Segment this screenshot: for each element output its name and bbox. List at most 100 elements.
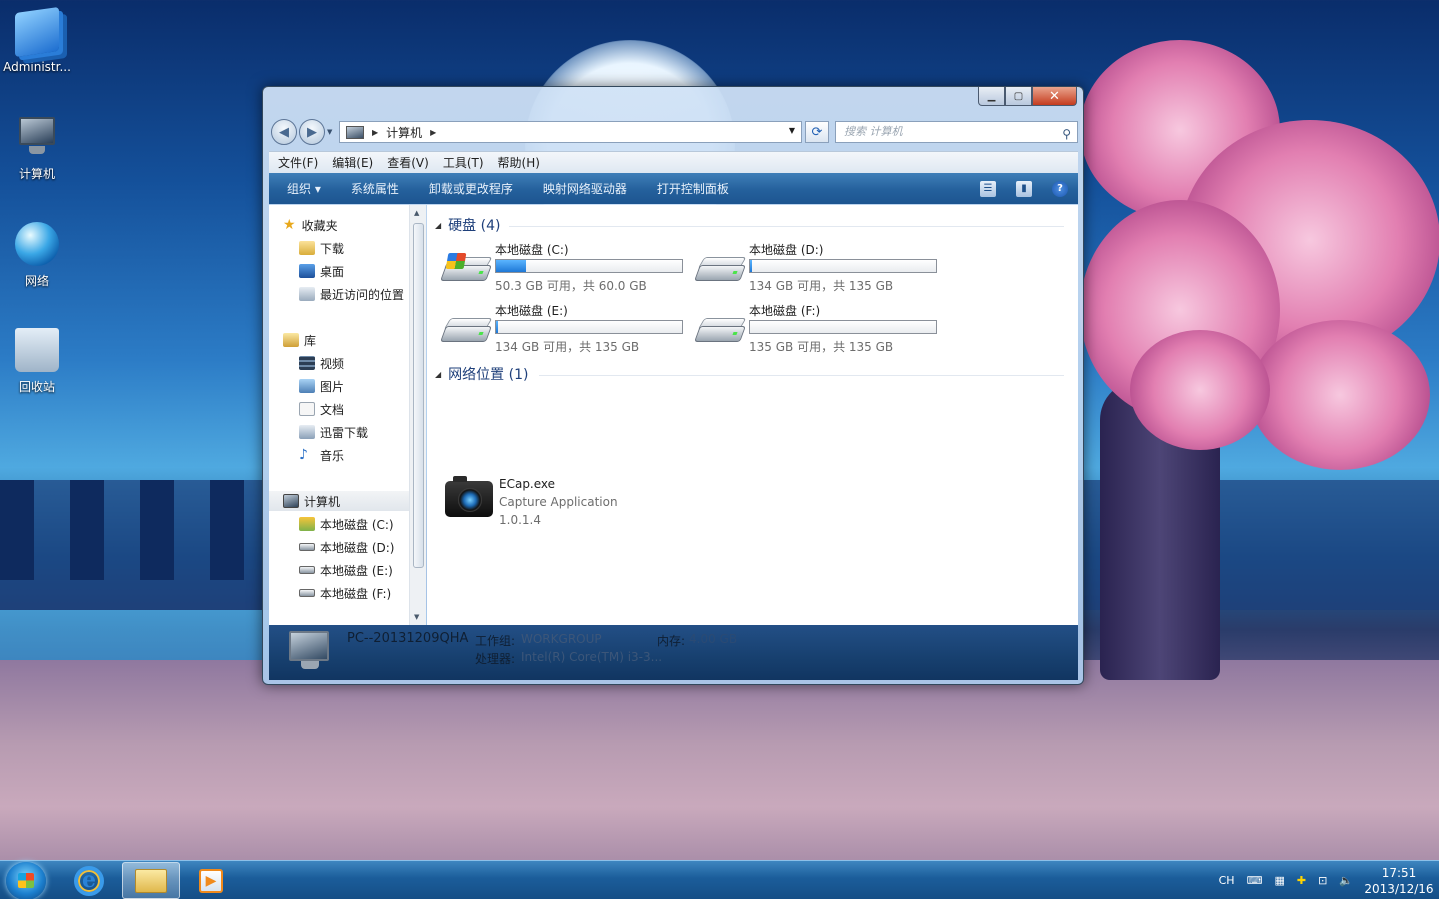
- memory-value: 4.00 GB: [689, 632, 738, 646]
- nav-label: 最近访问的位置: [320, 287, 405, 302]
- desktop-icon-label: 网络: [24, 274, 49, 288]
- recent-pages-chevron-icon[interactable]: ▼: [327, 128, 332, 136]
- search-icon[interactable]: ⚲: [1062, 124, 1071, 144]
- address-dropdown-icon[interactable]: ▼: [789, 126, 795, 135]
- wallpaper-ground: [0, 660, 1439, 860]
- nav-libraries[interactable]: 库: [283, 330, 423, 350]
- desktop-icon-computer[interactable]: 计算机: [0, 115, 74, 182]
- group-network-locations[interactable]: ◢ 网络位置 (1): [435, 364, 528, 384]
- menu-edit[interactable]: 编辑(E): [332, 154, 373, 171]
- scroll-down-icon[interactable]: ▼: [414, 613, 419, 621]
- drive-free-space: 135 GB 可用，共 135 GB: [749, 340, 894, 354]
- explorer-window: ▁ ▢ ✕ ◀ ▶ ▼ ▶ 计算机 ▶ ▼ ⟳ 搜索 计算机 ⚲ 文件(F) 编…: [262, 86, 1084, 685]
- nav-label: 本地磁盘 (F:): [320, 586, 392, 601]
- maximize-button[interactable]: ▢: [1005, 87, 1032, 106]
- input-method-icon[interactable]: ▦: [1274, 874, 1284, 887]
- breadcrumb-computer[interactable]: 计算机: [386, 124, 422, 141]
- taskbar-explorer-button[interactable]: [122, 862, 180, 899]
- address-bar[interactable]: ▶ 计算机 ▶ ▼: [339, 121, 802, 143]
- nav-label: 音乐: [320, 448, 345, 463]
- breadcrumb-arrow-icon[interactable]: ▶: [372, 128, 378, 137]
- camera-icon: [445, 476, 493, 517]
- open-control-panel-button[interactable]: 打开控制面板: [657, 180, 729, 197]
- desktop-icon: [299, 264, 315, 278]
- drive-name: 本地磁盘 (D:): [749, 243, 824, 257]
- drive-e[interactable]: 本地磁盘 (E:) 134 GB 可用，共 135 GB: [435, 302, 685, 360]
- internet-explorer-icon: e: [74, 865, 104, 896]
- minimize-button[interactable]: ▁: [978, 87, 1005, 106]
- menu-file[interactable]: 文件(F): [278, 154, 318, 171]
- language-indicator[interactable]: CH: [1219, 874, 1235, 887]
- group-hard-disks[interactable]: ◢ 硬盘 (4): [435, 215, 500, 235]
- computer-icon: [346, 125, 364, 139]
- menu-tools[interactable]: 工具(T): [443, 154, 484, 171]
- volume-icon[interactable]: 🔈: [1339, 874, 1353, 887]
- folder-icon: [135, 868, 167, 893]
- desktop-icon-network[interactable]: 网络: [0, 222, 74, 289]
- help-icon[interactable]: ?: [1052, 180, 1068, 197]
- nav-label: 计算机: [304, 494, 341, 509]
- music-icon: ♪: [299, 447, 308, 463]
- system-drive-icon: [440, 253, 493, 285]
- cpu-value: Intel(R) Core(TM) i3-3...: [521, 650, 663, 664]
- organize-button[interactable]: 组织 ▾: [287, 180, 321, 197]
- nav-label: 下载: [320, 241, 345, 256]
- nav-computer[interactable]: 计算机: [269, 491, 409, 511]
- hard-drive-icon: [694, 257, 747, 285]
- nav-scrollbar[interactable]: ▲ ▼: [409, 205, 426, 625]
- network-item-name: ECap.exe: [499, 477, 556, 491]
- taskbar-ie-button[interactable]: e: [60, 862, 118, 899]
- cpu-label: 处理器:: [475, 652, 516, 666]
- map-network-drive-button[interactable]: 映射网络驱动器: [543, 180, 627, 197]
- menu-view[interactable]: 查看(V): [387, 154, 429, 171]
- clock-date: 2013/12/16: [1364, 881, 1434, 896]
- drive-c[interactable]: 本地磁盘 (C:) 50.3 GB 可用，共 60.0 GB: [435, 241, 685, 299]
- uninstall-program-button[interactable]: 卸载或更改程序: [429, 180, 513, 197]
- group-title: 硬盘 (4): [448, 218, 501, 234]
- recycle-bin-icon: [15, 328, 59, 372]
- computer-icon: [289, 631, 331, 671]
- drive-usage-bar: [495, 320, 683, 334]
- taskbar: e ▶ CH ⌨ ▦ ✚ ⊡ 🔈 17:51 2013/12/16: [0, 860, 1439, 899]
- system-tray: CH ⌨ ▦ ✚ ⊡ 🔈 17:51 2013/12/16: [1213, 861, 1439, 899]
- details-pane: PC--20131209QHA 工作组: WORKGROUP 内存: 4.00 …: [269, 625, 1078, 680]
- memory-label: 内存:: [657, 634, 686, 648]
- security-plus-icon[interactable]: ✚: [1297, 874, 1306, 887]
- scroll-thumb[interactable]: [413, 223, 424, 568]
- breadcrumb-arrow-icon[interactable]: ▶: [430, 128, 436, 137]
- collapse-triangle-icon[interactable]: ◢: [435, 370, 441, 379]
- drive-d[interactable]: 本地磁盘 (D:) 134 GB 可用，共 135 GB: [689, 241, 939, 299]
- back-button[interactable]: ◀: [271, 119, 297, 145]
- desktop-icon-admin[interactable]: Administr...: [0, 6, 74, 74]
- system-properties-button[interactable]: 系统属性: [351, 180, 399, 197]
- preview-pane-icon[interactable]: ▮: [1016, 180, 1032, 197]
- windows-logo-icon: [18, 873, 34, 888]
- clock[interactable]: 17:51 2013/12/16: [1359, 865, 1439, 897]
- forward-button[interactable]: ▶: [299, 119, 325, 145]
- clock-time: 17:51: [1381, 865, 1417, 880]
- desktop-icon-recycle-bin[interactable]: 回收站: [0, 328, 74, 395]
- navigation-pane: ★ 收藏夹 下载 桌面 最近访问的位置 库 视频 图片 文档 迅雷下载 ♪ 音乐…: [269, 205, 409, 625]
- close-button[interactable]: ✕: [1032, 87, 1077, 106]
- hard-drive-icon: [694, 318, 747, 346]
- network-icon[interactable]: ⊡: [1318, 874, 1327, 887]
- search-input[interactable]: 搜索 计算机 ⚲: [835, 121, 1078, 143]
- wallpaper-blossom: [1130, 330, 1270, 450]
- drive-f[interactable]: 本地磁盘 (F:) 135 GB 可用，共 135 GB: [689, 302, 939, 360]
- view-options-icon[interactable]: ☰: [980, 180, 996, 197]
- start-button[interactable]: [6, 862, 46, 899]
- wallpaper-blossom: [1250, 320, 1430, 470]
- downloads-folder-icon: [299, 241, 315, 255]
- refresh-button[interactable]: ⟳: [805, 121, 829, 143]
- drive-usage-bar: [495, 259, 683, 273]
- hard-drive-icon: [440, 318, 493, 346]
- network-item-ecap[interactable]: ECap.exe Capture Application 1.0.1.4: [445, 476, 745, 535]
- collapse-triangle-icon[interactable]: ◢: [435, 221, 441, 230]
- keyboard-icon[interactable]: ⌨: [1247, 874, 1263, 887]
- menu-help[interactable]: 帮助(H): [498, 154, 540, 171]
- desktop-icon-label: 计算机: [18, 167, 55, 181]
- nav-favorites[interactable]: ★ 收藏夹: [283, 215, 423, 235]
- taskbar-media-player-button[interactable]: ▶: [182, 862, 240, 899]
- scroll-up-icon[interactable]: ▲: [414, 209, 419, 217]
- video-icon: [299, 356, 315, 370]
